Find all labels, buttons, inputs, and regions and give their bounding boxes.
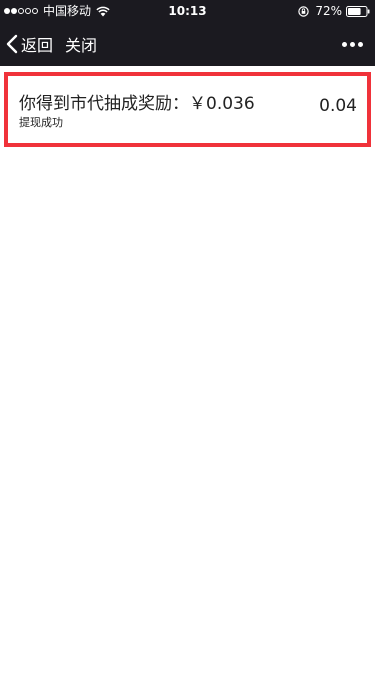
battery-icon (346, 5, 370, 17)
close-button[interactable]: 关闭 (65, 22, 97, 66)
back-label: 返回 (21, 36, 54, 55)
withdrawal-status: 提现成功 (19, 116, 63, 129)
more-options-icon[interactable] (339, 22, 363, 66)
status-bar: 中国移动 10:13 72% (0, 0, 375, 22)
reward-record-title: 你得到市代抽成奖励：￥0.036 (19, 94, 255, 114)
status-right: 72% (298, 3, 370, 19)
record-amount: 0.04 (319, 96, 357, 116)
chevron-left-icon (6, 34, 18, 54)
battery-percent: 72% (315, 4, 342, 18)
navigation-bar: 返回 关闭 (0, 22, 375, 66)
reward-record-card[interactable]: 你得到市代抽成奖励：￥0.036 提现成功 0.04 (4, 72, 371, 147)
back-button[interactable]: 返回 (6, 22, 53, 66)
rotation-lock-icon (298, 5, 310, 17)
